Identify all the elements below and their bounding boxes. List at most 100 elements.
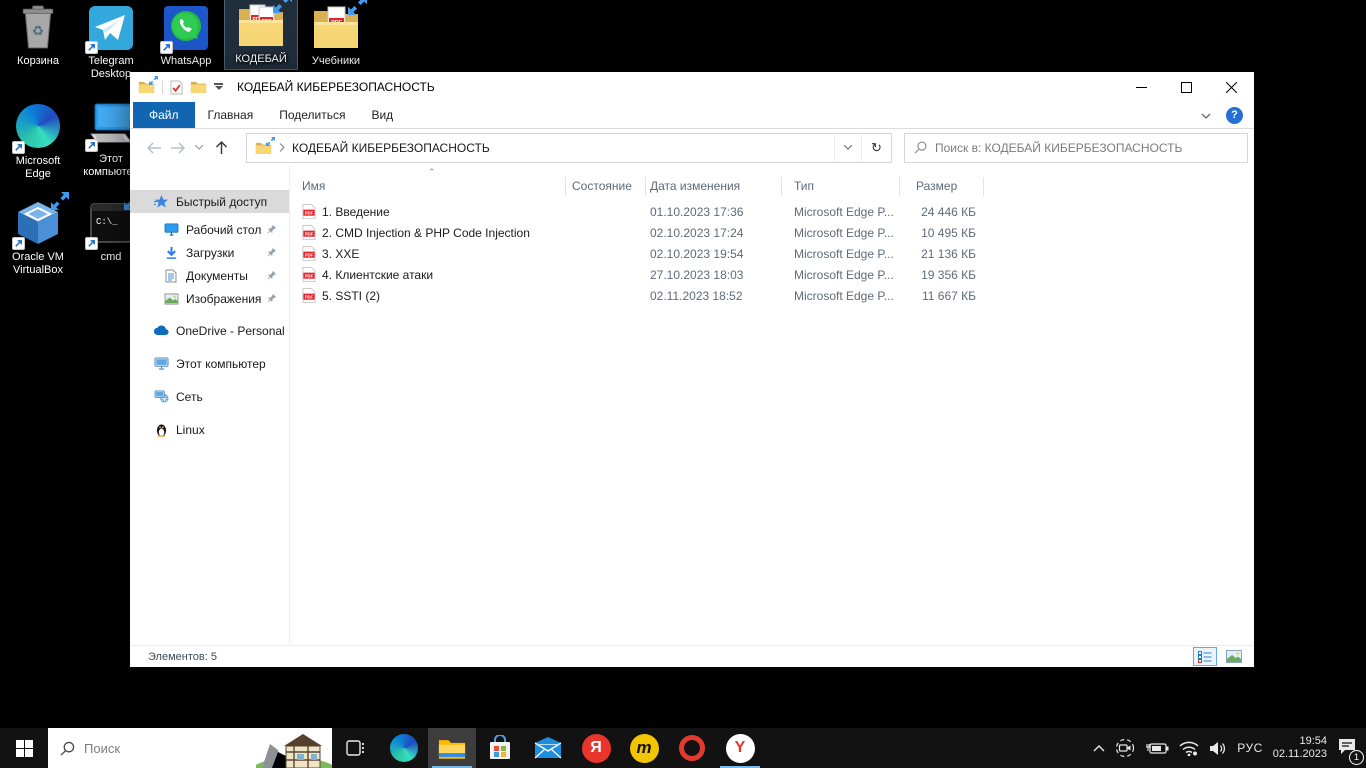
bing-daily-illustration xyxy=(256,728,332,768)
this-pc-icon xyxy=(87,102,135,150)
system-tray: РУС 19:54 02.11.2023 1 xyxy=(1093,728,1366,768)
svg-text:PDF: PDF xyxy=(305,210,314,215)
file-size: 11 667 КБ xyxy=(900,289,984,303)
meet-now-icon[interactable] xyxy=(1115,738,1135,758)
taskbar-search-box[interactable] xyxy=(48,728,332,768)
back-button[interactable] xyxy=(142,142,166,154)
taskbar-mail-icon[interactable] xyxy=(524,728,572,768)
items-count: Элементов: 5 xyxy=(148,651,217,663)
new-folder-button[interactable] xyxy=(190,80,207,94)
taskbar-yandex-icon[interactable]: Я xyxy=(572,728,620,768)
sidebar-item-label: Linux xyxy=(176,423,205,437)
sidebar-item-label: Этот компьютер xyxy=(176,357,266,371)
tab-view[interactable]: Вид xyxy=(358,102,406,128)
refresh-button[interactable]: ↻ xyxy=(861,134,891,162)
pin-icon[interactable] xyxy=(267,269,277,283)
this-pc-icon xyxy=(152,357,170,370)
column-header-modified[interactable]: Дата изменения xyxy=(646,177,782,196)
address-dropdown-button[interactable] xyxy=(834,134,861,162)
file-row[interactable]: PDF 2. CMD Injection & PHP Code Injection… xyxy=(300,222,1254,243)
file-type: Microsoft Edge P... xyxy=(782,268,900,282)
file-row[interactable]: PDF5. SSTI (2) 02.11.2023 18:52 Microsof… xyxy=(300,285,1254,306)
close-button[interactable] xyxy=(1209,72,1254,102)
volume-icon[interactable] xyxy=(1209,741,1227,756)
up-button[interactable] xyxy=(208,140,234,155)
sidebar-item-documents[interactable]: Документы xyxy=(130,264,289,287)
customize-qat-button[interactable] xyxy=(214,83,223,91)
task-view-button[interactable] xyxy=(332,728,380,768)
folder-pdf-icon: PDF PDF xyxy=(237,2,285,50)
language-indicator[interactable]: РУС xyxy=(1237,741,1263,755)
sidebar-item-linux[interactable]: Linux xyxy=(130,418,289,441)
taskbar-edge-icon[interactable] xyxy=(380,728,428,768)
divider xyxy=(162,80,163,94)
expand-ribbon-button[interactable] xyxy=(1201,108,1211,122)
taskbar-opera-icon[interactable] xyxy=(668,728,716,768)
explorer-search-box[interactable] xyxy=(904,133,1248,163)
recent-locations-button[interactable] xyxy=(190,145,208,150)
column-header-name[interactable]: Имя xyxy=(300,177,566,196)
details-view-button[interactable] xyxy=(1193,647,1217,666)
column-header-type[interactable]: Тип xyxy=(782,177,900,196)
desktop-icon-recycle-bin[interactable]: ♻ Корзина xyxy=(2,2,74,71)
forward-button[interactable] xyxy=(166,142,190,154)
help-button[interactable]: ? xyxy=(1226,107,1243,124)
file-explorer-window: КОДЕБАЙ КИБЕРБЕЗОПАСНОСТЬ Файл Главная П… xyxy=(130,72,1254,667)
taskbar-file-explorer-icon[interactable] xyxy=(428,728,476,768)
desktop-icon-kodebay-folder[interactable]: PDF PDF КОДЕБАЙ xyxy=(225,0,297,69)
tab-home[interactable]: Главная xyxy=(195,102,267,128)
desktop-icon-microsoft-edge[interactable]: Microsoft Edge xyxy=(2,100,74,184)
maximize-button[interactable] xyxy=(1164,72,1209,102)
sidebar-item-network[interactable]: Сеть xyxy=(130,385,289,408)
desktop-icon-virtualbox[interactable]: Oracle VM VirtualBox xyxy=(2,198,74,280)
file-row[interactable]: PDF4. Клиентские атаки 27.10.2023 18:03 … xyxy=(300,264,1254,285)
column-header-size[interactable]: Размер xyxy=(900,177,984,196)
wifi-icon[interactable] xyxy=(1179,741,1199,756)
large-icons-view-button[interactable] xyxy=(1222,647,1246,666)
sidebar-item-desktop[interactable]: Рабочий стол xyxy=(130,218,289,241)
sidebar-item-downloads[interactable]: Загрузки xyxy=(130,241,289,264)
minimize-button[interactable] xyxy=(1119,72,1164,102)
action-center-button[interactable]: 1 xyxy=(1337,737,1357,760)
sync-arrows-icon xyxy=(273,0,292,13)
taskbar-store-icon[interactable] xyxy=(476,728,524,768)
properties-button[interactable] xyxy=(170,80,183,95)
tab-file[interactable]: Файл xyxy=(133,102,195,128)
file-row[interactable]: PDF3. XXE 02.10.2023 19:54 Microsoft Edg… xyxy=(300,243,1254,264)
desktop-icon-label: Корзина xyxy=(2,55,74,68)
svg-text:♻: ♻ xyxy=(32,23,44,38)
pin-icon[interactable] xyxy=(267,223,277,237)
file-name: 2. CMD Injection & PHP Code Injection xyxy=(322,226,530,240)
address-bar[interactable]: КОДЕБАЙ КИБЕРБЕЗОПАСНОСТЬ ↻ xyxy=(246,133,892,163)
sidebar-item-this-pc[interactable]: Этот компьютер xyxy=(130,352,289,375)
battery-icon[interactable] xyxy=(1145,741,1169,755)
window-controls xyxy=(1119,72,1254,102)
file-row[interactable]: PDF1. Введение 01.10.2023 17:36 Microsof… xyxy=(300,201,1254,222)
telegram-icon xyxy=(87,4,135,52)
desktop-icon-whatsapp[interactable]: WhatsApp xyxy=(150,2,222,71)
svg-text:C:\_: C:\_ xyxy=(96,217,118,227)
downloads-icon xyxy=(162,246,180,260)
shortcut-arrow-icon xyxy=(160,41,173,54)
sidebar-item-pictures[interactable]: Изображения xyxy=(130,287,289,310)
navigation-bar: КОДЕБАЙ КИБЕРБЕЗОПАСНОСТЬ ↻ xyxy=(130,129,1254,166)
hidden-icons-chevron[interactable] xyxy=(1093,745,1105,752)
sidebar-item-onedrive[interactable]: OneDrive - Personal xyxy=(130,319,289,342)
svg-text:PDF: PDF xyxy=(305,273,314,278)
tab-share[interactable]: Поделиться xyxy=(266,102,358,128)
sidebar-item-quick-access[interactable]: Быстрый доступ xyxy=(130,190,289,213)
breadcrumb-path[interactable]: КОДЕБАЙ КИБЕРБЕЗОПАСНОСТЬ xyxy=(292,141,490,155)
taskbar-yandex-browser-icon[interactable]: Y xyxy=(716,728,764,768)
quick-access-toolbar xyxy=(130,80,223,95)
shortcut-arrow-icon xyxy=(85,41,98,54)
clock[interactable]: 19:54 02.11.2023 xyxy=(1273,735,1327,761)
taskbar-yellow-m-app-icon[interactable]: m xyxy=(620,728,668,768)
explorer-search-input[interactable] xyxy=(935,141,1247,155)
start-button[interactable] xyxy=(0,728,48,768)
column-header-status[interactable]: Состояние xyxy=(566,177,646,196)
desktop-icon-uchebniki-folder[interactable]: PDF Учебники xyxy=(300,2,372,71)
pin-icon[interactable] xyxy=(267,292,277,306)
pin-icon[interactable] xyxy=(267,246,277,260)
shortcut-arrow-icon xyxy=(85,237,98,250)
svg-text:PDF: PDF xyxy=(305,231,314,236)
